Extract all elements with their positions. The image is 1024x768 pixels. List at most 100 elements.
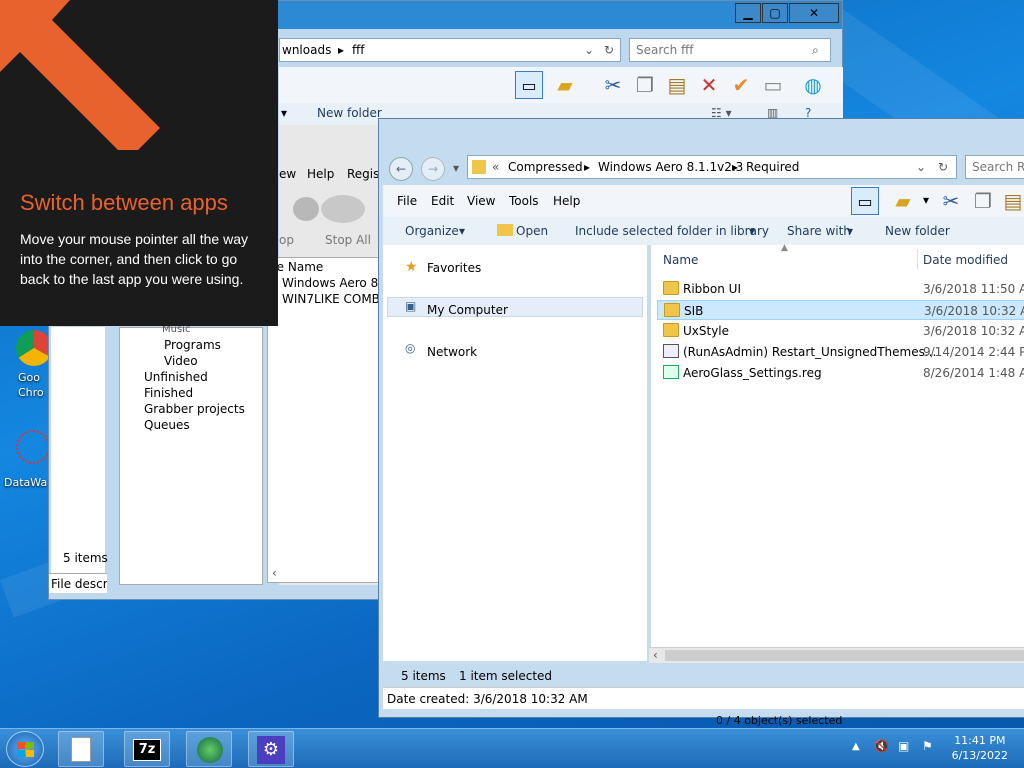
forward-arrow-icon[interactable]: → <box>421 157 445 181</box>
file-date: 8/26/2014 1:48 AM <box>923 366 1024 380</box>
scrollbar-thumb[interactable] <box>665 650 1024 661</box>
back-ribbon: ▭ ▰ ✂ ❐ ▤ ✕ ✔ ▭ ◍ <box>279 67 843 103</box>
minimize-button[interactable]: ▁ <box>735 3 761 23</box>
dropdown-icon[interactable]: ▾ <box>923 193 929 207</box>
breadcrumb-item[interactable]: fff <box>352 43 365 57</box>
properties-icon[interactable]: ▭ <box>759 71 787 99</box>
sort-up-icon: ▲ <box>781 243 788 253</box>
tree-item[interactable]: Video <box>164 354 198 368</box>
refresh-icon[interactable]: ↻ <box>938 160 948 174</box>
breadcrumb-overflow[interactable]: « <box>492 160 499 174</box>
file-row[interactable]: Ribbon UI 3/6/2018 11:50 AM <box>657 279 1024 299</box>
dropdown-icon[interactable]: ▾ <box>847 224 853 238</box>
toolbar-button-label[interactable]: op <box>279 233 294 247</box>
chrome-icon[interactable] <box>16 330 52 366</box>
cut-icon[interactable]: ✂ <box>599 71 627 99</box>
close-button[interactable]: ✕ <box>789 3 839 23</box>
breadcrumb-item[interactable]: Windows Aero 8.1.1v2.3 <box>598 160 743 174</box>
layout-icon[interactable]: ▭ <box>851 187 879 215</box>
paste-icon[interactable]: ▤ <box>663 71 691 99</box>
taskbar-clock[interactable]: 11:41 PM 6/13/2022 <box>952 733 1008 763</box>
paste-icon[interactable]: ▤ <box>999 187 1024 215</box>
organize-button[interactable]: Organize <box>405 224 459 238</box>
share-with-button[interactable]: Share with <box>787 224 851 238</box>
tree-item[interactable]: Unfinished <box>144 370 208 384</box>
stop-all-button[interactable]: Stop All <box>325 233 371 247</box>
file-row[interactable]: (RunAsAdmin) Restart_UnsignedThemes... 9… <box>657 342 1024 362</box>
action-center-icon[interactable]: ⚑ <box>922 739 933 753</box>
dropdown-icon[interactable]: ▾ <box>749 224 755 238</box>
check-icon[interactable]: ✔ <box>727 71 755 99</box>
copy-icon[interactable]: ❐ <box>969 187 997 215</box>
horizontal-scrollbar[interactable]: ‹ <box>649 647 1024 663</box>
front-search-box[interactable]: Search Re <box>965 155 1024 179</box>
status-selection: 1 item selected <box>459 669 553 683</box>
stop-all-icon[interactable] <box>321 195 365 223</box>
windows-logo-icon <box>26 742 34 749</box>
back-address-bar[interactable]: wnloads ▸ fff ⌄ ↻ <box>279 38 621 62</box>
menu-edit[interactable]: Edit <box>431 194 454 208</box>
taskbar-idm[interactable] <box>186 731 232 767</box>
folder-icon[interactable]: ▰ <box>551 71 579 99</box>
breadcrumb-item[interactable]: wnloads <box>282 43 331 57</box>
recent-dropdown-icon[interactable]: ▾ <box>453 161 459 175</box>
menu-tools[interactable]: Tools <box>509 194 539 208</box>
maximize-button[interactable]: ▢ <box>762 3 788 23</box>
menu-item[interactable]: ew <box>279 167 296 181</box>
download-list[interactable]: ile Name Windows Aero 8.1 WIN7LIKE COMBO… <box>267 257 390 583</box>
datawatch-icon[interactable] <box>16 430 50 464</box>
tree-item[interactable]: Programs <box>164 338 221 352</box>
breadcrumb-item[interactable]: Required <box>746 160 799 174</box>
nav-favorites[interactable]: Favorites <box>427 261 481 275</box>
start-button[interactable] <box>6 731 44 767</box>
tree-item[interactable]: Queues <box>144 418 190 432</box>
open-button[interactable]: Open <box>516 224 548 238</box>
menu-help[interactable]: Help <box>553 194 580 208</box>
cut-icon[interactable]: ✂ <box>937 187 965 215</box>
menu-item[interactable]: Help <box>307 167 334 181</box>
chevron-down-icon[interactable]: ⌄ <box>916 160 926 174</box>
copy-icon[interactable]: ❐ <box>631 71 659 99</box>
front-address-bar[interactable]: « Compressed ▸ Windows Aero 8.1.1v2.3 ▸ … <box>467 155 957 179</box>
chevron-down-icon[interactable]: ⌄ <box>584 43 594 57</box>
network-tray-icon[interactable]: ▣ <box>898 739 909 753</box>
tree-item[interactable]: Finished <box>144 386 193 400</box>
dropdown-icon[interactable]: ▾ <box>281 106 287 120</box>
status-item-count: 5 items <box>63 551 108 565</box>
nav-my-computer[interactable]: My Computer <box>427 303 508 317</box>
back-arrow-icon[interactable]: ← <box>389 157 413 181</box>
volume-muted-icon[interactable]: 🔇 <box>874 739 889 753</box>
download-item[interactable]: Windows Aero 8.1 <box>282 276 390 290</box>
file-row[interactable]: AeroGlass_Settings.reg 8/26/2014 1:48 AM <box>657 363 1024 383</box>
corner-tip-panel: Switch between apps Move your mouse poin… <box>0 0 278 326</box>
menu-view[interactable]: View <box>467 194 495 208</box>
breadcrumb-item[interactable]: Compressed <box>508 160 583 174</box>
include-in-library-button[interactable]: Include selected folder in library <box>575 224 769 238</box>
tray-expand-icon[interactable]: ▲ <box>852 741 860 752</box>
file-row-selected[interactable]: SIB 3/6/2018 10:32 AM <box>657 300 1024 320</box>
scroll-left-icon[interactable]: ‹ <box>653 648 658 662</box>
category-tree[interactable]: Music Programs Video Unfinished Finished… <box>119 324 263 585</box>
dropdown-icon[interactable]: ▾ <box>459 224 465 238</box>
taskbar-settings[interactable]: ⚙ <box>248 731 294 767</box>
folder-icon[interactable]: ▰ <box>889 187 917 215</box>
refresh-icon[interactable]: ↻ <box>604 43 614 57</box>
back-search-box[interactable]: Search fff ⌕ <box>629 38 831 62</box>
column-header-name[interactable]: Name <box>663 253 698 267</box>
download-item[interactable]: WIN7LIKE COMBO <box>282 292 389 306</box>
column-header-date[interactable]: Date modified <box>923 253 1008 267</box>
download-toolbar-icon[interactable] <box>293 197 319 221</box>
taskbar-notepad[interactable] <box>58 731 104 767</box>
new-folder-button[interactable]: New folder <box>317 106 382 120</box>
layout-icon[interactable]: ▭ <box>515 71 543 99</box>
new-folder-button[interactable]: New folder <box>885 224 950 238</box>
delete-icon[interactable]: ✕ <box>695 71 723 99</box>
file-row[interactable]: UxStyle 3/6/2018 10:32 AM <box>657 321 1024 341</box>
menu-file[interactable]: File <box>397 194 417 208</box>
nav-network[interactable]: Network <box>427 345 477 359</box>
tree-item[interactable]: Grabber projects <box>144 402 245 416</box>
front-explorer-window[interactable]: ← → ▾ « Compressed ▸ Windows Aero 8.1.1v… <box>378 118 1024 718</box>
scroll-left-icon[interactable]: ‹ <box>272 566 277 580</box>
taskbar-7zip[interactable]: 7z <box>124 731 170 767</box>
globe-icon[interactable]: ◍ <box>799 71 827 99</box>
